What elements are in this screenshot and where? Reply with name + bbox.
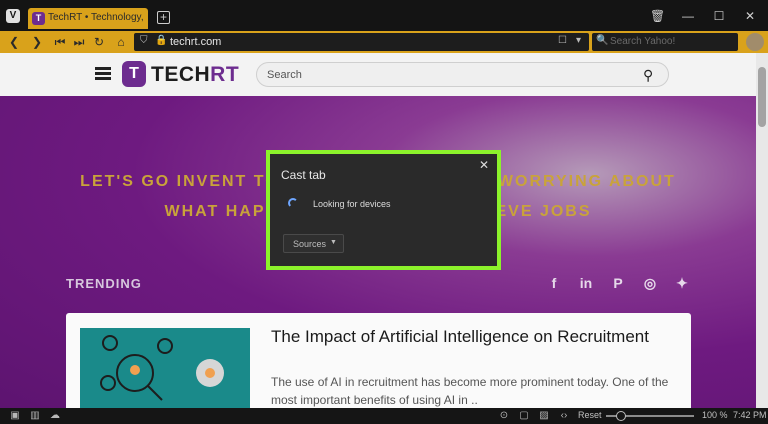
article-card[interactable]: The Impact of Artificial Intelligence on…: [66, 313, 691, 408]
logo-text-dark: TECH: [151, 63, 211, 86]
chevron-down-icon: ▼: [330, 239, 337, 246]
fast-forward-icon[interactable]: ⏭: [71, 34, 87, 50]
lock-icon[interactable]: 🔒: [155, 35, 167, 46]
zoom-slider-thumb[interactable]: [616, 411, 626, 421]
menu-icon[interactable]: [95, 67, 111, 80]
site-logo[interactable]: TECHRT: [151, 63, 239, 87]
techrt-logo-icon[interactable]: T: [122, 61, 146, 87]
article-excerpt: The use of AI in recruitment has become …: [271, 375, 669, 407]
cast-dialog-title: Cast tab: [281, 168, 326, 182]
zoom-reset-button[interactable]: Reset: [578, 410, 602, 420]
cloud-sync-icon[interactable]: ☁: [49, 410, 61, 422]
tab-tiling-icon[interactable]: ▥: [29, 410, 41, 422]
dropdown-icon[interactable]: ▾: [576, 35, 581, 46]
site-header: T TECHRT Search ⚲: [0, 53, 756, 96]
bookmark-icon[interactable]: ☐: [558, 35, 567, 46]
search-icon: 🔍: [596, 35, 609, 46]
trending-heading: TRENDING: [66, 276, 142, 291]
techrt-favicon-icon: T: [32, 12, 45, 25]
navigation-bar: ❮ ❯ ⏮ ⏭ ↻ ⌂ ⛉ 🔒 techrt.com ☐ ▾ 🔍 Search …: [0, 31, 768, 53]
trash-icon[interactable]: 🗑: [650, 9, 665, 23]
search-engine-placeholder: Search Yahoo!: [610, 36, 676, 47]
url-text[interactable]: techrt.com: [170, 36, 221, 48]
page-scrollbar[interactable]: [756, 53, 768, 408]
article-thumbnail[interactable]: [80, 328, 250, 408]
rewind-icon[interactable]: ⏮: [52, 34, 68, 50]
cast-status-text: Looking for devices: [313, 199, 391, 209]
sources-label: Sources: [293, 239, 327, 249]
instagram-icon[interactable]: ◎: [641, 274, 659, 292]
loading-spinner-icon: [288, 198, 298, 208]
shield-icon[interactable]: ⛉: [140, 35, 148, 46]
linkedin-icon[interactable]: in: [577, 274, 595, 292]
article-title[interactable]: The Impact of Artificial Intelligence on…: [271, 327, 661, 347]
pinterest-icon[interactable]: P: [609, 274, 627, 292]
reload-icon[interactable]: ↻: [91, 34, 107, 50]
address-bar[interactable]: ⛉ 🔒 techrt.com ☐ ▾: [134, 33, 589, 51]
forward-icon[interactable]: ❯: [29, 34, 45, 50]
vivaldi-menu-icon[interactable]: V: [6, 9, 20, 23]
plus-icon[interactable]: +: [157, 11, 170, 24]
title-bar: V T TechRT • Technology, Real + 🗑 — ☐ ✕: [0, 0, 768, 31]
site-search-input[interactable]: Search ⚲: [256, 62, 669, 87]
code-icon[interactable]: ‹›: [558, 410, 570, 422]
ai-recruitment-illustration: [100, 335, 224, 401]
search-icon[interactable]: ⚲: [643, 67, 653, 84]
profile-avatar[interactable]: [746, 33, 764, 51]
zoom-level: 100 %: [702, 410, 728, 420]
panel-toggle-icon[interactable]: ❮: [6, 34, 22, 50]
panel-icon[interactable]: ▣: [9, 410, 21, 422]
site-search-placeholder: Search: [267, 69, 302, 81]
capture-icon[interactable]: ⊙: [498, 410, 510, 422]
home-icon[interactable]: ⌂: [113, 34, 129, 50]
twitter-icon[interactable]: ✦: [673, 274, 691, 292]
maximize-button[interactable]: ☐: [712, 9, 726, 23]
close-window-button[interactable]: ✕: [743, 9, 757, 23]
sources-dropdown[interactable]: Sources ▼: [283, 234, 344, 253]
status-bar: ▣ ▥ ☁ ⊙ ▢ ▨ ‹› Reset 100 % 7:42 PM: [0, 408, 768, 424]
facebook-icon[interactable]: f: [545, 274, 563, 292]
tab-techrt[interactable]: T TechRT • Technology, Real: [28, 8, 148, 29]
close-icon[interactable]: ✕: [479, 158, 489, 172]
search-engine-field[interactable]: 🔍 Search Yahoo!: [592, 33, 738, 51]
image-icon[interactable]: ▨: [538, 410, 550, 422]
clock: 7:42 PM: [733, 410, 767, 420]
minimize-button[interactable]: —: [681, 9, 695, 23]
logo-text-accent: RT: [210, 63, 240, 86]
tab-title: TechRT • Technology, Real: [48, 12, 144, 23]
tile-icon[interactable]: ▢: [518, 410, 530, 422]
cast-dialog: Cast tab ✕ Looking for devices Sources ▼: [270, 154, 497, 266]
scrollbar-thumb[interactable]: [758, 67, 766, 127]
